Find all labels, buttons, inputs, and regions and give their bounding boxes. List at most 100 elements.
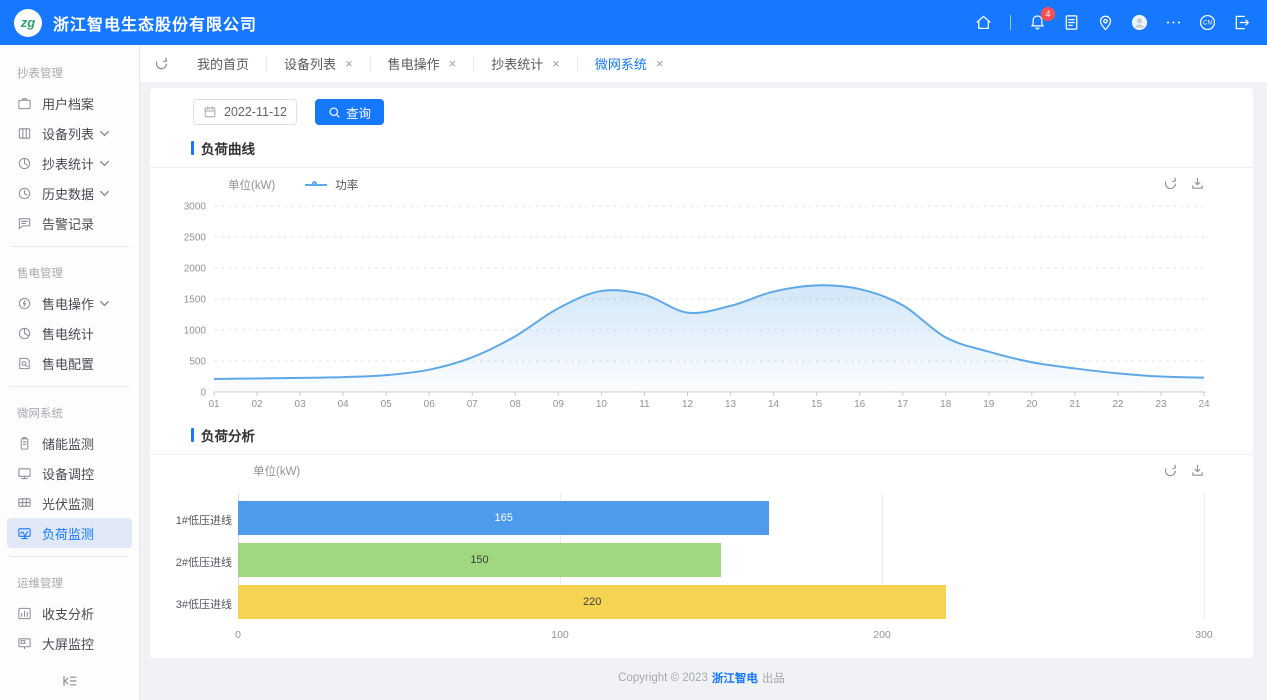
tab-close-icon[interactable]: × bbox=[345, 57, 353, 70]
svg-text:19: 19 bbox=[983, 399, 995, 410]
sidebar-group-label: 运维管理 bbox=[7, 565, 132, 598]
sidebar-item-device-control[interactable]: 设备调控 bbox=[7, 458, 132, 488]
alarm-record-icon bbox=[17, 216, 32, 231]
svg-text:22: 22 bbox=[1112, 399, 1124, 410]
tab-item[interactable]: 售电操作× bbox=[371, 45, 474, 82]
sidebar-item-meter-stats[interactable]: 抄表统计 bbox=[7, 148, 132, 178]
tab-bar: 我的首页设备列表×售电操作×抄表统计×微网系统× bbox=[140, 45, 1267, 82]
svg-text:18: 18 bbox=[940, 399, 952, 410]
load-analysis-section-header: 负荷分析 bbox=[150, 425, 1253, 455]
footer-brand-link[interactable]: 浙江智电 bbox=[712, 670, 758, 686]
finance-analysis-icon bbox=[17, 606, 32, 621]
chart-toolbox bbox=[1163, 463, 1205, 478]
power-sale-config-icon bbox=[17, 356, 32, 371]
tab-close-icon[interactable]: × bbox=[449, 57, 457, 70]
tab-item[interactable]: 我的首页 bbox=[180, 45, 266, 82]
tab-item[interactable]: 抄表统计 × bbox=[474, 45, 577, 82]
load-monitor-icon bbox=[17, 526, 32, 541]
sidebar-item-label: 光伏监测 bbox=[42, 494, 94, 513]
logout-icon[interactable] bbox=[1232, 13, 1251, 32]
sidebar-item-user-archive[interactable]: 用户档案 bbox=[7, 88, 132, 118]
tab-label: 抄表统计 bbox=[491, 54, 543, 73]
avatar-icon[interactable] bbox=[1130, 13, 1149, 32]
load-analysis-meta: 单位(kW) bbox=[150, 459, 1253, 483]
query-button[interactable]: 查询 bbox=[315, 99, 384, 125]
svg-text:1000: 1000 bbox=[184, 326, 207, 337]
sidebar-item-alarm-record[interactable]: 告警记录 bbox=[7, 208, 132, 238]
energy-storage-icon bbox=[17, 436, 32, 451]
home-icon[interactable] bbox=[974, 13, 993, 32]
bar-category-label: 3#低压进线 bbox=[150, 596, 232, 612]
bar-2[interactable]: 150 bbox=[238, 543, 721, 577]
date-value: 2022-11-12 bbox=[224, 105, 287, 119]
svg-text:01: 01 bbox=[208, 399, 220, 410]
sidebar-item-pv-monitor[interactable]: 光伏监测 bbox=[7, 488, 132, 518]
power-sale-operate-icon bbox=[17, 296, 32, 311]
sidebar-item-power-sale-operate[interactable]: 售电操作 bbox=[7, 288, 132, 318]
tab-item[interactable]: 设备列表× bbox=[267, 45, 370, 82]
chart-download-icon[interactable] bbox=[1190, 463, 1205, 478]
tab-item[interactable]: 微网系统× bbox=[578, 45, 681, 82]
sidebar-group-label: 微网系统 bbox=[7, 395, 132, 428]
power-sale-stats-icon bbox=[17, 326, 32, 341]
chart-refresh-icon[interactable] bbox=[1163, 176, 1178, 191]
svg-text:2000: 2000 bbox=[184, 264, 207, 275]
sidebar-item-finance-analysis[interactable]: 收支分析 bbox=[7, 598, 132, 628]
svg-text:CN: CN bbox=[1203, 20, 1212, 27]
tab-close-icon[interactable]: × bbox=[656, 57, 664, 70]
load-curve-section-header: 负荷曲线 bbox=[150, 138, 1253, 168]
load-curve-unit: 单位(kW) bbox=[228, 177, 275, 193]
svg-text:10: 10 bbox=[596, 399, 608, 410]
document-icon[interactable] bbox=[1062, 13, 1081, 32]
date-picker-input[interactable]: 2022-11-12 bbox=[193, 99, 297, 125]
more-icon[interactable] bbox=[1164, 13, 1183, 32]
svg-text:02: 02 bbox=[251, 399, 263, 410]
chart-download-icon[interactable] bbox=[1190, 176, 1205, 191]
bar-value-label: 165 bbox=[494, 512, 512, 524]
chevron-down-icon bbox=[97, 296, 112, 311]
sidebar-item-history-data[interactable]: 历史数据 bbox=[7, 178, 132, 208]
bar-category-label: 2#低压进线 bbox=[150, 554, 232, 570]
tabs-container: 我的首页设备列表×售电操作×抄表统计×微网系统× bbox=[180, 45, 680, 82]
refresh-tabs-icon[interactable] bbox=[154, 56, 169, 71]
sidebar-item-energy-storage[interactable]: 储能监测 bbox=[7, 428, 132, 458]
svg-text:12: 12 bbox=[682, 399, 694, 410]
user-archive-icon bbox=[17, 96, 32, 111]
copyright-text: Copyright © 2023 bbox=[618, 672, 708, 684]
notification-icon[interactable]: 4 bbox=[1028, 13, 1047, 32]
load-analysis-unit: 单位(kW) bbox=[253, 463, 300, 479]
bar-category-label: 1#低压进线 bbox=[150, 512, 232, 528]
bar-1[interactable]: 165 bbox=[238, 501, 769, 535]
legend-item-power[interactable]: 功率 bbox=[305, 177, 358, 193]
svg-text:13: 13 bbox=[725, 399, 737, 410]
device-control-icon bbox=[17, 466, 32, 481]
chart-refresh-icon[interactable] bbox=[1163, 463, 1178, 478]
pv-monitor-icon bbox=[17, 496, 32, 511]
svg-text:1500: 1500 bbox=[184, 295, 207, 306]
svg-text:23: 23 bbox=[1155, 399, 1167, 410]
sidebar-item-power-sale-config[interactable]: 售电配置 bbox=[7, 348, 132, 378]
sidebar-item-label: 储能监测 bbox=[42, 434, 94, 453]
collapse-sidebar-icon[interactable] bbox=[62, 673, 78, 689]
sidebar-item-power-sale-stats[interactable]: 售电统计 bbox=[7, 318, 132, 348]
sidebar-item-label: 用户档案 bbox=[42, 94, 94, 113]
svg-text:0: 0 bbox=[200, 388, 206, 399]
page-footer: Copyright © 2023 浙江智电 出品 bbox=[150, 658, 1253, 698]
bar-3[interactable]: 220 bbox=[238, 585, 946, 619]
sidebar-item-load-monitor[interactable]: 负荷监测 bbox=[7, 518, 132, 548]
load-curve-chart[interactable]: 0500100015002000250030000102030405060708… bbox=[150, 198, 1253, 416]
tab-close-icon[interactable]: × bbox=[552, 57, 560, 70]
sidebar-item-label: 收支分析 bbox=[42, 604, 94, 623]
sidebar-item-big-screen[interactable]: 大屏监控 bbox=[7, 628, 132, 658]
chevron-down-icon bbox=[97, 186, 112, 201]
load-curve-title: 负荷曲线 bbox=[201, 138, 255, 158]
sidebar-item-label: 售电操作 bbox=[42, 294, 94, 313]
legend-line-marker-icon bbox=[305, 184, 327, 186]
dashboard-card: 2022-11-12 查询 负荷曲线 单位(kW) bbox=[150, 88, 1253, 658]
load-analysis-chart[interactable]: 1#低压进线1652#低压进线1503#低压进线2200100200300 bbox=[150, 491, 1253, 643]
meter-stats-icon bbox=[17, 156, 32, 171]
header-icons: 4 CN bbox=[974, 13, 1251, 32]
language-icon[interactable]: CN bbox=[1198, 13, 1217, 32]
sidebar-item-device-list[interactable]: 设备列表 bbox=[7, 118, 132, 148]
location-icon[interactable] bbox=[1096, 13, 1115, 32]
